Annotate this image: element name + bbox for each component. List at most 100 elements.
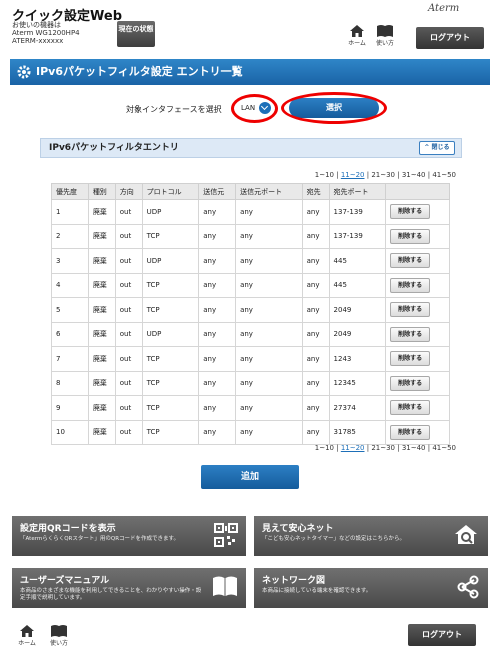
table-cell: any bbox=[235, 223, 303, 249]
home-label: ホーム bbox=[348, 40, 366, 47]
table-cell: any bbox=[301, 346, 330, 372]
delete-button[interactable]: 削除する bbox=[390, 326, 431, 342]
delete-button[interactable]: 削除する bbox=[390, 400, 431, 416]
entries-table: 優先度 種別 方向 プロトコル 送信元 送信元ポート 宛先 宛先ポート 1 廃棄 out UDP an… bbox=[51, 183, 450, 445]
table-cell: any bbox=[301, 370, 330, 396]
tile-description: 「こども安心ネットタイマー」などの設定はこちらから。 bbox=[262, 536, 406, 542]
table-cell: any bbox=[198, 199, 237, 225]
table-cell: UDP bbox=[141, 199, 200, 225]
table-cell: TCP bbox=[141, 272, 200, 298]
column-header: プロトコル bbox=[141, 183, 200, 200]
table-cell: any bbox=[235, 395, 303, 421]
table-row: 7 廃棄 out TCP any any any 1243 削除する bbox=[51, 346, 450, 372]
delete-button[interactable]: 削除する bbox=[390, 424, 431, 440]
footer: ホーム 使い方 ログアウト bbox=[0, 612, 500, 660]
column-header: 方向 bbox=[114, 183, 143, 200]
close-label: 閉じる bbox=[431, 144, 450, 151]
brand-logo: Aterm bbox=[428, 3, 460, 14]
pager-link[interactable]: 1~10 bbox=[315, 171, 334, 179]
tile-description: 「AtermらくらくQRスタート」用のQRコードを作成できます。 bbox=[20, 536, 179, 542]
action-cell: 削除する bbox=[385, 419, 450, 445]
column-header: 宛先ポート bbox=[328, 183, 387, 200]
table-cell: any bbox=[235, 272, 303, 298]
pager-separator: | bbox=[334, 444, 341, 452]
pager-link[interactable]: 21~30 bbox=[371, 444, 395, 452]
table-cell: UDP bbox=[141, 248, 200, 274]
help-button[interactable]: 使い方 bbox=[370, 24, 400, 50]
tile-manual[interactable]: ユーザーズマニュアル 本商品のさまざまな機能を利用してできることを、わかりやすい… bbox=[12, 568, 246, 608]
pager-link[interactable]: 41~50 bbox=[432, 171, 456, 179]
action-cell: 削除する bbox=[385, 321, 450, 347]
footer-help-button[interactable]: 使い方 bbox=[44, 624, 74, 650]
table-row: 2 廃棄 out TCP any any any 137-139 削除する bbox=[51, 223, 450, 249]
action-cell: 削除する bbox=[385, 199, 450, 225]
action-cell: 削除する bbox=[385, 272, 450, 298]
column-header bbox=[385, 183, 450, 200]
table-cell: 廃棄 bbox=[87, 272, 116, 298]
current-status-button[interactable]: 現在の状態 bbox=[117, 21, 155, 47]
table-cell: any bbox=[235, 321, 303, 347]
table-cell: 5 bbox=[51, 297, 89, 323]
delete-button[interactable]: 削除する bbox=[390, 228, 431, 244]
pager-link[interactable]: 11~20 bbox=[341, 171, 365, 179]
tile-title: 設定用QRコードを表示 bbox=[20, 524, 116, 534]
table-cell: 7 bbox=[51, 346, 89, 372]
action-cell: 削除する bbox=[385, 370, 450, 396]
table-cell: any bbox=[198, 272, 237, 298]
table-cell: 8 bbox=[51, 370, 89, 396]
table-cell: any bbox=[198, 321, 237, 347]
table-cell: out bbox=[114, 395, 143, 421]
interface-label: 対象インタフェースを選択 bbox=[126, 105, 222, 114]
section-title: IPv6パケットフィルタエントリ bbox=[49, 143, 179, 153]
home-button[interactable]: ホーム bbox=[342, 24, 372, 50]
delete-button[interactable]: 削除する bbox=[390, 204, 431, 220]
logout-button[interactable]: ログアウト bbox=[416, 27, 484, 49]
device-name: ATERM-xxxxxx bbox=[12, 37, 64, 45]
table-cell: 137-139 bbox=[328, 199, 387, 225]
table-cell: 137-139 bbox=[328, 223, 387, 249]
tile-description: 本商品のさまざまな機能を利用してできることを、わかりやすい操作・設定手順で説明し… bbox=[20, 588, 202, 601]
table-cell: out bbox=[114, 346, 143, 372]
table-cell: any bbox=[301, 419, 330, 445]
tile-network-map[interactable]: ネットワーク図 本商品に接続している端末を確認できます。 bbox=[254, 568, 488, 608]
delete-button[interactable]: 削除する bbox=[390, 351, 431, 367]
home-icon bbox=[350, 25, 364, 37]
table-row: 8 廃棄 out TCP any any any 12345 削除する bbox=[51, 370, 450, 396]
column-header: 優先度 bbox=[51, 183, 89, 200]
table-cell: any bbox=[301, 248, 330, 274]
pager-link[interactable]: 31~40 bbox=[402, 171, 426, 179]
action-cell: 削除する bbox=[385, 395, 450, 421]
table-cell: any bbox=[198, 248, 237, 274]
table-cell: TCP bbox=[141, 370, 200, 396]
delete-button[interactable]: 削除する bbox=[390, 375, 431, 391]
table-cell: any bbox=[301, 199, 330, 225]
pager-separator: | bbox=[395, 171, 402, 179]
footer-logout-button[interactable]: ログアウト bbox=[408, 624, 476, 646]
pager-link[interactable]: 11~20 bbox=[341, 444, 365, 452]
table-cell: any bbox=[301, 321, 330, 347]
table-cell: any bbox=[235, 248, 303, 274]
chevron-up-icon: ^ bbox=[424, 144, 432, 151]
table-cell: out bbox=[114, 297, 143, 323]
delete-button[interactable]: 削除する bbox=[390, 302, 431, 318]
table-cell: any bbox=[301, 223, 330, 249]
delete-button[interactable]: 削除する bbox=[390, 277, 431, 293]
footer-home-button[interactable]: ホーム bbox=[12, 624, 42, 650]
add-button[interactable]: 追加 bbox=[201, 465, 299, 489]
table-cell: any bbox=[301, 297, 330, 323]
pager-link[interactable]: 31~40 bbox=[402, 444, 426, 452]
pager-link[interactable]: 41~50 bbox=[432, 444, 456, 452]
table-cell: any bbox=[198, 346, 237, 372]
close-section-button[interactable]: ^ 閉じる bbox=[419, 141, 455, 155]
table-cell: any bbox=[235, 199, 303, 225]
table-cell: any bbox=[301, 272, 330, 298]
table-cell: any bbox=[235, 419, 303, 445]
table-cell: 6 bbox=[51, 321, 89, 347]
pager-link[interactable]: 21~30 bbox=[371, 171, 395, 179]
tile-safe-net[interactable]: 見えて安心ネット 「こども安心ネットタイマー」などの設定はこちらから。 bbox=[254, 516, 488, 556]
table-cell: any bbox=[235, 297, 303, 323]
pager-link[interactable]: 1~10 bbox=[315, 444, 334, 452]
tile-qr-code[interactable]: 設定用QRコードを表示 「AtermらくらくQRスタート」用のQRコードを作成で… bbox=[12, 516, 246, 556]
table-cell: out bbox=[114, 223, 143, 249]
delete-button[interactable]: 削除する bbox=[390, 253, 431, 269]
